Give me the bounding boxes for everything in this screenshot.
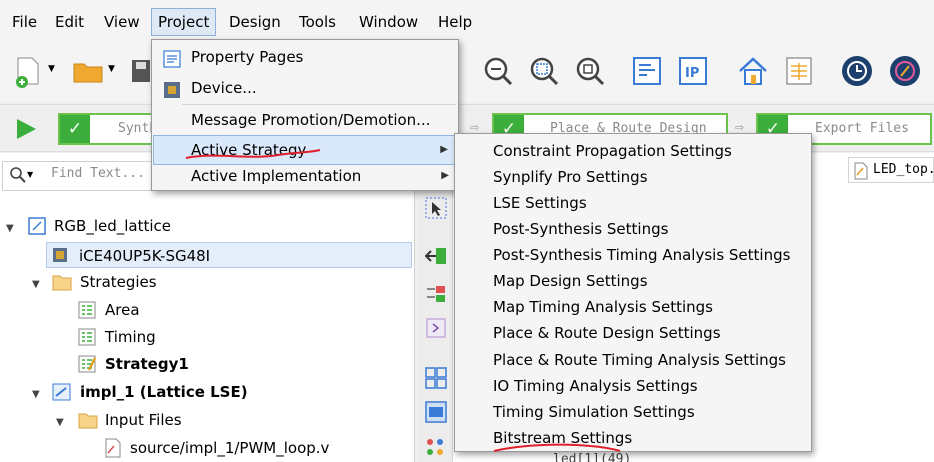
tree-item-label: iCE40UP5K-SG48I	[79, 247, 211, 265]
pin-assign-icon[interactable]	[424, 245, 447, 267]
menu-help[interactable]: Help	[432, 8, 478, 36]
zoom-fit-icon[interactable]	[527, 54, 561, 88]
collapse-icon[interactable]: ▼	[56, 417, 64, 428]
flow-step-synthesize[interactable]: ✓ Synth	[58, 113, 158, 145]
timing-analyzer-icon[interactable]	[840, 54, 874, 88]
tab-led-top[interactable]: LED_top.	[848, 157, 934, 183]
netlist-icon[interactable]	[425, 283, 447, 305]
chip-icon	[51, 246, 69, 264]
strategy-icon	[78, 328, 96, 346]
verilog-file-icon	[853, 162, 869, 184]
home-icon[interactable]	[736, 54, 770, 88]
collapse-icon[interactable]: ▼	[32, 279, 40, 290]
implementation-icon	[52, 383, 71, 401]
menu-item-device[interactable]: Device...	[153, 73, 457, 103]
collapse-icon[interactable]: ▼	[32, 389, 40, 400]
tree-item-impl[interactable]: impl_1 (Lattice LSE)	[80, 379, 248, 405]
menu-item-active-implementation[interactable]: Active Implementation ▶	[153, 161, 457, 191]
tab-label: LED_top.	[873, 162, 934, 177]
collapse-icon[interactable]: ▼	[6, 223, 14, 234]
palette-icon[interactable]	[425, 437, 447, 459]
zoom-selection-icon[interactable]	[573, 54, 607, 88]
zoom-out-icon[interactable]	[481, 54, 515, 88]
menu-tools[interactable]: Tools	[293, 8, 342, 36]
tree-item-input-files[interactable]: Input Files	[105, 407, 182, 433]
chevron-down-icon[interactable]: ▼	[27, 170, 33, 179]
compare-icon[interactable]	[425, 317, 447, 339]
tree-item-pwm-loop[interactable]: source/impl_1/PWM_loop.v	[130, 435, 329, 461]
verilog-file-icon	[104, 438, 122, 458]
project-icon	[28, 217, 46, 235]
menu-view[interactable]: View	[98, 8, 146, 36]
menu-project[interactable]: Project	[151, 8, 217, 36]
project-menu: Property Pages Device... Message Promoti…	[151, 39, 459, 191]
partial-signal-text: led[1](49)	[553, 453, 632, 462]
submenu-arrow-icon: ▶	[441, 170, 449, 181]
active-strategy-icon	[78, 355, 97, 373]
new-file-dropdown-icon[interactable]: ▼	[48, 64, 55, 74]
vertical-toolbar	[417, 153, 453, 462]
power-calculator-icon[interactable]	[888, 54, 922, 88]
search-input[interactable]: Find Text...	[51, 166, 145, 181]
tree-item-timing[interactable]: Timing	[105, 324, 156, 350]
flow-step-label: Export Files	[815, 121, 909, 136]
run-icon[interactable]	[14, 117, 38, 145]
menu-design[interactable]: Design	[223, 8, 287, 36]
select-tool-icon[interactable]	[425, 197, 447, 219]
new-file-icon[interactable]	[12, 54, 46, 88]
file-list-panel: ▼ Find Text... ▼ RGB_led_lattice iCE40UP…	[0, 153, 415, 462]
menu-bar: File Edit View Project Design Tools Wind…	[0, 0, 934, 44]
report-icon[interactable]	[630, 54, 664, 88]
strategy-icon	[78, 301, 96, 319]
physical-view-icon[interactable]	[425, 401, 447, 423]
active-strategy-submenu: Constraint Propagation Settings Synplify…	[454, 133, 812, 452]
menu-item-message-promotion[interactable]: Message Promotion/Demotion...	[153, 105, 457, 135]
tree-item-device[interactable]: iCE40UP5K-SG48I	[46, 242, 412, 268]
folder-icon	[52, 273, 72, 291]
check-icon: ✓	[60, 115, 90, 143]
menu-window[interactable]: Window	[353, 8, 424, 36]
search-icon[interactable]	[9, 166, 27, 188]
menu-file[interactable]: File	[6, 8, 43, 36]
submenu-arrow-icon: ▶	[440, 144, 448, 155]
open-folder-dropdown-icon[interactable]: ▼	[108, 64, 115, 74]
tree-item-area[interactable]: Area	[105, 297, 140, 323]
tree-item-strategy1[interactable]: Strategy1	[105, 351, 189, 377]
folder-icon	[78, 411, 98, 429]
save-icon[interactable]	[130, 54, 150, 88]
toolbar: ▼ ▼ IP	[0, 44, 934, 102]
ip-icon[interactable]: IP	[676, 54, 710, 88]
menu-item-property-pages[interactable]: Property Pages	[153, 42, 457, 72]
svg-text:IP: IP	[685, 66, 699, 81]
menu-edit[interactable]: Edit	[49, 8, 90, 36]
tree-item-strategies[interactable]: Strategies	[80, 269, 157, 295]
tree-item-project[interactable]: RGB_led_lattice	[54, 213, 171, 239]
floorplan-icon[interactable]	[425, 367, 447, 389]
open-folder-icon[interactable]	[72, 54, 106, 88]
spreadsheet-icon[interactable]	[782, 54, 816, 88]
